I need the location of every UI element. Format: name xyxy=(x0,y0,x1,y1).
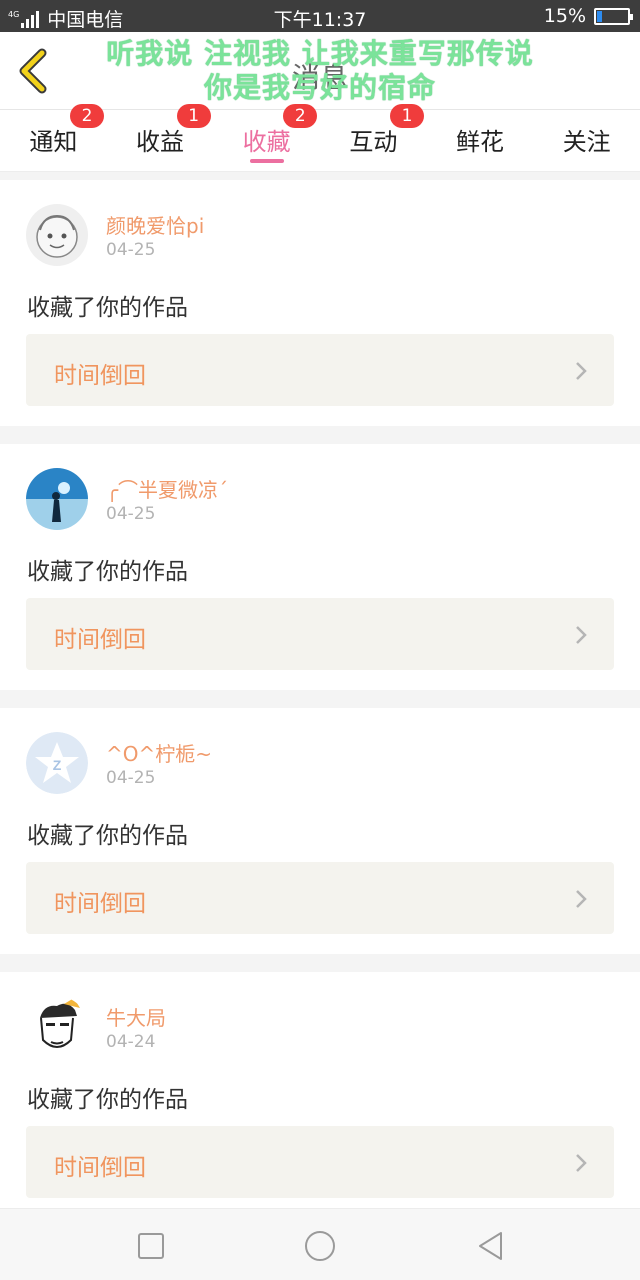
couple-sunset-avatar-icon xyxy=(26,468,88,530)
tab-flowers[interactable]: 鲜花 xyxy=(427,110,534,171)
chevron-right-icon xyxy=(576,1154,587,1172)
svg-text:Z: Z xyxy=(53,757,62,773)
status-right: 15% xyxy=(543,5,633,27)
active-tab-indicator xyxy=(249,159,284,163)
message-tabs: 通知 2 收益 1 收藏 2 互动 1 鲜花 关注 xyxy=(0,104,640,172)
header: 消息 听我说 注视我 让我来重写那传说 你是我写好的宿命 xyxy=(0,32,640,110)
status-bar: 4G 中国电信 下午11:37 15% xyxy=(0,0,640,32)
work-title: 时间倒回 xyxy=(54,1155,146,1181)
username[interactable]: ╭⌒半夏微凉ˊ xyxy=(106,474,228,503)
work-link[interactable]: 时间倒回 xyxy=(26,334,614,406)
work-title: 时间倒回 xyxy=(54,363,146,389)
chevron-right-icon xyxy=(576,626,587,644)
favorites-feed: 颜晚爱恰pi 04-25 收藏了你的作品 时间倒回 ╭⌒半夏微凉ˊ 04-25 … xyxy=(0,180,640,1236)
unread-badge: 1 xyxy=(176,104,211,128)
home-button[interactable] xyxy=(303,1229,337,1263)
work-title: 时间倒回 xyxy=(54,627,146,653)
cartoon-face-avatar-icon xyxy=(26,996,88,1058)
unread-badge: 1 xyxy=(390,104,425,128)
action-text: 收藏了你的作品 xyxy=(27,295,188,321)
back-nav-button[interactable] xyxy=(474,1229,508,1263)
battery-percent: 15% xyxy=(543,5,586,27)
tab-label: 互动 xyxy=(349,128,398,156)
date: 04-25 xyxy=(106,768,156,788)
date: 04-24 xyxy=(106,1032,156,1052)
avatar[interactable]: Z xyxy=(26,732,88,794)
work-link[interactable]: 时间倒回 xyxy=(26,862,614,934)
tab-following[interactable]: 关注 xyxy=(533,110,640,171)
username[interactable]: 颜晚爱恰pi xyxy=(106,210,204,239)
action-text: 收藏了你的作品 xyxy=(27,559,188,585)
tab-earnings[interactable]: 收益 1 xyxy=(107,104,214,171)
avatar[interactable] xyxy=(26,204,88,266)
battery-icon xyxy=(594,7,633,25)
action-text: 收藏了你的作品 xyxy=(27,823,188,849)
work-link[interactable]: 时间倒回 xyxy=(26,1126,614,1198)
date: 04-25 xyxy=(106,504,156,524)
lyric-overlay-line-2: 你是我写好的宿命 xyxy=(203,71,436,104)
username[interactable]: 牛大局 xyxy=(106,1002,166,1031)
qzone-star-avatar-icon: Z xyxy=(26,732,88,794)
system-nav-bar xyxy=(0,1208,640,1280)
tab-label: 鲜花 xyxy=(456,128,505,156)
chevron-right-icon xyxy=(576,890,587,908)
username[interactable]: ^O^柠栀~ xyxy=(106,738,212,767)
list-item: ╭⌒半夏微凉ˊ 04-25 收藏了你的作品 时间倒回 xyxy=(0,444,640,690)
list-item: 牛大局 04-24 收藏了你的作品 时间倒回 xyxy=(0,972,640,1218)
chevron-right-icon xyxy=(576,362,587,380)
work-title: 时间倒回 xyxy=(54,891,146,917)
unread-badge: 2 xyxy=(70,104,104,128)
list-item: Z ^O^柠栀~ 04-25 收藏了你的作品 时间倒回 xyxy=(0,708,640,954)
avatar[interactable] xyxy=(26,996,88,1058)
tab-favorites[interactable]: 收藏 2 xyxy=(213,104,320,171)
unread-badge: 2 xyxy=(283,104,318,128)
tab-notification[interactable]: 通知 2 xyxy=(0,104,107,171)
cartoon-lion-avatar-icon xyxy=(26,204,88,266)
tab-interaction[interactable]: 互动 1 xyxy=(320,104,427,171)
work-link[interactable]: 时间倒回 xyxy=(26,598,614,670)
tab-label: 关注 xyxy=(562,128,611,156)
list-item: 颜晚爱恰pi 04-25 收藏了你的作品 时间倒回 xyxy=(0,180,640,426)
date: 04-25 xyxy=(106,240,156,260)
recent-apps-button[interactable] xyxy=(134,1229,168,1263)
tab-label: 收益 xyxy=(136,128,184,156)
action-text: 收藏了你的作品 xyxy=(27,1087,188,1113)
tab-label: 通知 xyxy=(29,128,78,156)
tab-label: 收藏 xyxy=(242,128,291,156)
avatar[interactable] xyxy=(26,468,88,530)
